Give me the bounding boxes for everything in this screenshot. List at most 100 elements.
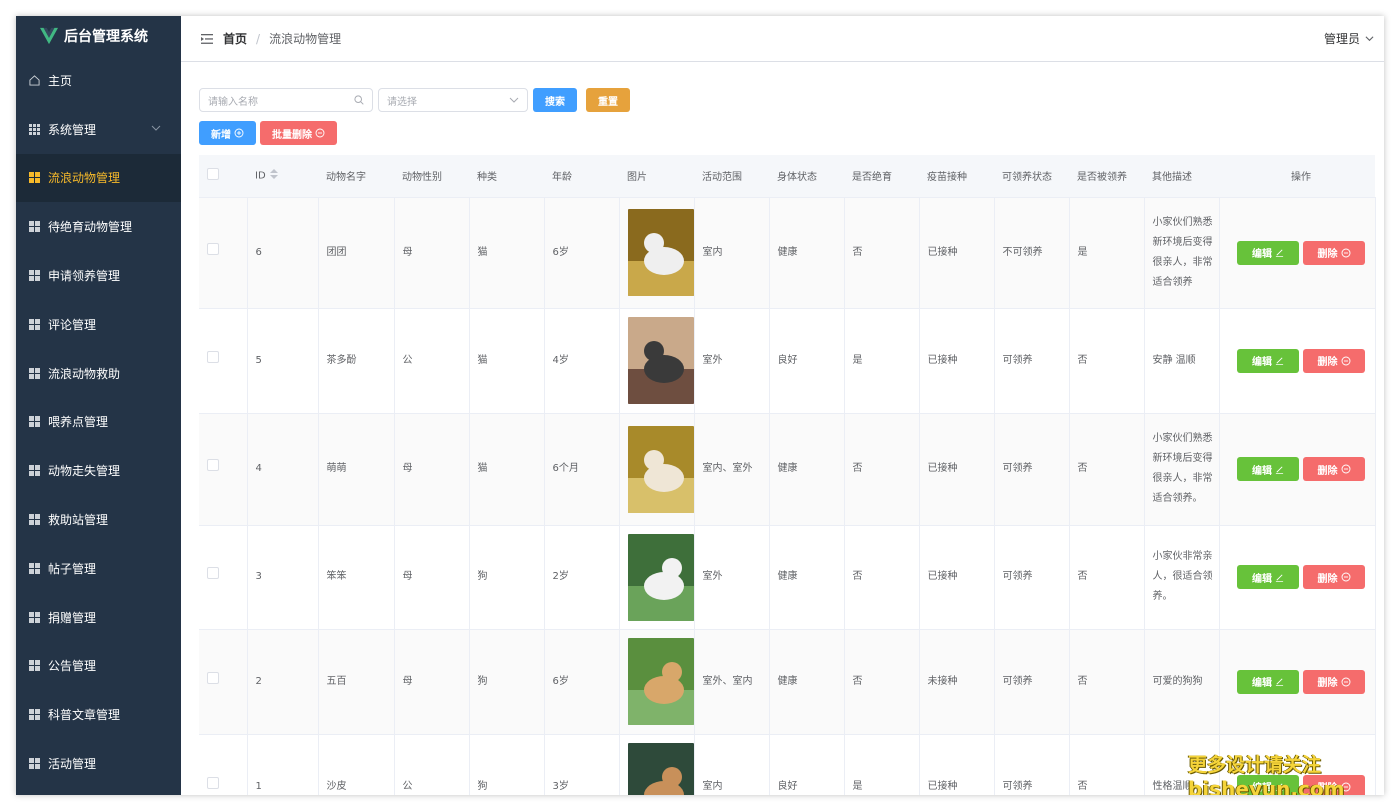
delete-button[interactable]: 删除 bbox=[1303, 565, 1365, 589]
cell-range-value: 室外 bbox=[702, 354, 723, 366]
grid9-icon bbox=[29, 123, 40, 135]
column-header: 可领养状态 bbox=[994, 155, 1069, 198]
cell-adopted: 否 bbox=[1069, 525, 1145, 630]
cell-range-value: 室内 bbox=[702, 780, 723, 792]
add-button[interactable]: 新增 bbox=[199, 121, 256, 145]
column-header: 是否绝育 bbox=[844, 155, 919, 198]
sidebar-item-10[interactable]: 帖子管理 bbox=[16, 544, 181, 593]
cell-age-value: 6岁 bbox=[552, 246, 569, 258]
cell-name-value: 萌萌 bbox=[326, 463, 347, 474]
sidebar-item-2[interactable]: 流浪动物管理 bbox=[16, 153, 181, 203]
edit-button[interactable]: 编辑 bbox=[1237, 240, 1299, 265]
cell-neutered: 是 bbox=[844, 734, 920, 795]
cell-vaccine: 未接种 bbox=[919, 629, 995, 735]
user-menu[interactable]: 管理员 bbox=[1324, 30, 1374, 47]
search-button[interactable]: 搜索 bbox=[533, 88, 577, 112]
cell-name-value: 沙皮 bbox=[326, 780, 347, 792]
cell-vaccine: 已接种 bbox=[919, 413, 995, 526]
column-header: 疫苗接种 bbox=[919, 155, 994, 198]
vue-logo-icon bbox=[40, 27, 58, 45]
search-input-placeholder: 请输入名称 bbox=[208, 96, 258, 108]
sidebar-item-label: 救助站管理 bbox=[48, 513, 109, 528]
sidebar-item-4[interactable]: 申请领养管理 bbox=[16, 251, 181, 300]
row-checkbox[interactable] bbox=[207, 671, 219, 684]
column-header-label: 活动范围 bbox=[702, 172, 742, 184]
edit-button-label: 编辑 bbox=[1252, 678, 1272, 689]
cell-desc-value: 可爱的狗狗 bbox=[1152, 675, 1203, 687]
cell-id-value: 4 bbox=[255, 463, 262, 474]
row-checkbox[interactable] bbox=[207, 567, 219, 579]
row-checkbox[interactable] bbox=[207, 776, 219, 789]
sidebar-item-14[interactable]: 活动管理 bbox=[16, 739, 181, 788]
sidebar-item-13[interactable]: 科普文章管理 bbox=[16, 690, 181, 739]
sidebar-item-3[interactable]: 待绝育动物管理 bbox=[16, 202, 181, 251]
sidebar-item-label: 评论管理 bbox=[48, 317, 97, 332]
cell-adoptable-value: 可领养 bbox=[1002, 675, 1033, 687]
cell-range: 室外 bbox=[694, 308, 770, 414]
row-checkbox[interactable] bbox=[207, 350, 219, 363]
delete-button-label: 删除 bbox=[1317, 465, 1338, 477]
sidebar-item-12[interactable]: 公告管理 bbox=[16, 642, 181, 691]
sidebar-item-label: 待绝育动物管理 bbox=[48, 220, 133, 235]
image-cell bbox=[619, 308, 695, 414]
breadcrumb-home[interactable]: 首页 bbox=[223, 30, 247, 47]
delete-button[interactable]: 删除 bbox=[1303, 457, 1365, 481]
sidebar-item-0[interactable]: 主页 bbox=[16, 56, 181, 105]
sort-icon[interactable] bbox=[269, 169, 278, 182]
sidebar-item-11[interactable]: 捐赠管理 bbox=[16, 593, 181, 642]
column-header-label: 其他描述 bbox=[1152, 172, 1192, 184]
edit-button[interactable]: 编辑 bbox=[1237, 669, 1299, 694]
search-input[interactable]: 请输入名称 bbox=[199, 88, 373, 112]
cell-desc: 小家伙非常亲人，很适合领养。 bbox=[1144, 525, 1220, 630]
sidebar-item-8[interactable]: 动物走失管理 bbox=[16, 446, 181, 495]
grid-icon bbox=[29, 465, 40, 477]
cell-age: 3岁 bbox=[544, 734, 620, 795]
edit-button[interactable]: 编辑 bbox=[1237, 565, 1299, 589]
batch-delete-button[interactable]: 批量删除 bbox=[260, 121, 337, 145]
cell-adopted-value: 否 bbox=[1077, 780, 1088, 792]
cell-name-value: 茶多酚 bbox=[326, 354, 357, 366]
actions-cell: 编辑 删除 bbox=[1219, 413, 1376, 526]
delete-button[interactable]: 删除 bbox=[1303, 669, 1365, 694]
animal-photo bbox=[627, 743, 694, 795]
delete-button[interactable]: 删除 bbox=[1303, 348, 1365, 373]
cell-id: 4 bbox=[247, 413, 319, 526]
row-checkbox[interactable] bbox=[207, 459, 219, 471]
sidebar-logo[interactable]: 后台管理系统 bbox=[16, 16, 181, 56]
image-cell bbox=[619, 629, 695, 735]
sidebar-item-label: 喂养点管理 bbox=[48, 415, 109, 430]
cell-desc-value: 小家伙非常亲人，很适合领养。 bbox=[1152, 551, 1213, 602]
animal-photo bbox=[627, 533, 694, 621]
column-header: 活动范围 bbox=[694, 155, 769, 198]
image-cell bbox=[619, 525, 695, 630]
cell-adopted: 否 bbox=[1069, 413, 1145, 526]
cell-neutered-value: 否 bbox=[852, 463, 863, 474]
row-checkbox[interactable] bbox=[207, 242, 219, 255]
breadcrumb-current: 流浪动物管理 bbox=[269, 32, 342, 46]
select-all-checkbox[interactable] bbox=[207, 168, 219, 181]
edit-button[interactable]: 编辑 bbox=[1237, 457, 1299, 481]
cell-age-value: 2岁 bbox=[552, 571, 569, 582]
reset-button[interactable]: 重置 bbox=[586, 88, 630, 112]
sidebar-item-6[interactable]: 流浪动物救助 bbox=[16, 349, 181, 398]
category-select-placeholder: 请选择 bbox=[387, 96, 417, 108]
category-select[interactable]: 请选择 bbox=[378, 88, 528, 112]
edit-button[interactable]: 编辑 bbox=[1237, 348, 1299, 373]
sidebar-item-7[interactable]: 喂养点管理 bbox=[16, 398, 181, 447]
sidebar-item-5[interactable]: 评论管理 bbox=[16, 300, 181, 349]
column-header[interactable]: ID bbox=[247, 155, 318, 198]
cell-name: 笨笨 bbox=[318, 525, 395, 630]
cell-vaccine-value: 未接种 bbox=[927, 675, 958, 687]
sidebar-item-9[interactable]: 救助站管理 bbox=[16, 495, 181, 544]
table-row: 4 萌萌 母 猫 6个月 室内、室外 健康 否 已接种 可领养 否 小家伙们熟悉新环境后变得很亲人，非… bbox=[199, 413, 1376, 526]
grid-icon bbox=[29, 270, 40, 282]
animal-photo bbox=[627, 638, 694, 725]
delete-button[interactable]: 删除 bbox=[1303, 240, 1365, 265]
menu-fold-icon[interactable] bbox=[201, 33, 213, 45]
cell-kind: 狗 bbox=[469, 734, 545, 795]
actions-cell: 编辑 删除 bbox=[1219, 308, 1376, 414]
sidebar-item-1[interactable]: 系统管理 bbox=[16, 105, 181, 154]
watermark-line1: 更多设计请关注 bbox=[1188, 754, 1322, 776]
sidebar-menu: 主页 系统管理 流浪动物管理待绝育动物管理申请领养管理评论管理流浪动物救助喂养点管理… bbox=[16, 56, 181, 788]
cell-neutered: 是 bbox=[844, 308, 920, 414]
